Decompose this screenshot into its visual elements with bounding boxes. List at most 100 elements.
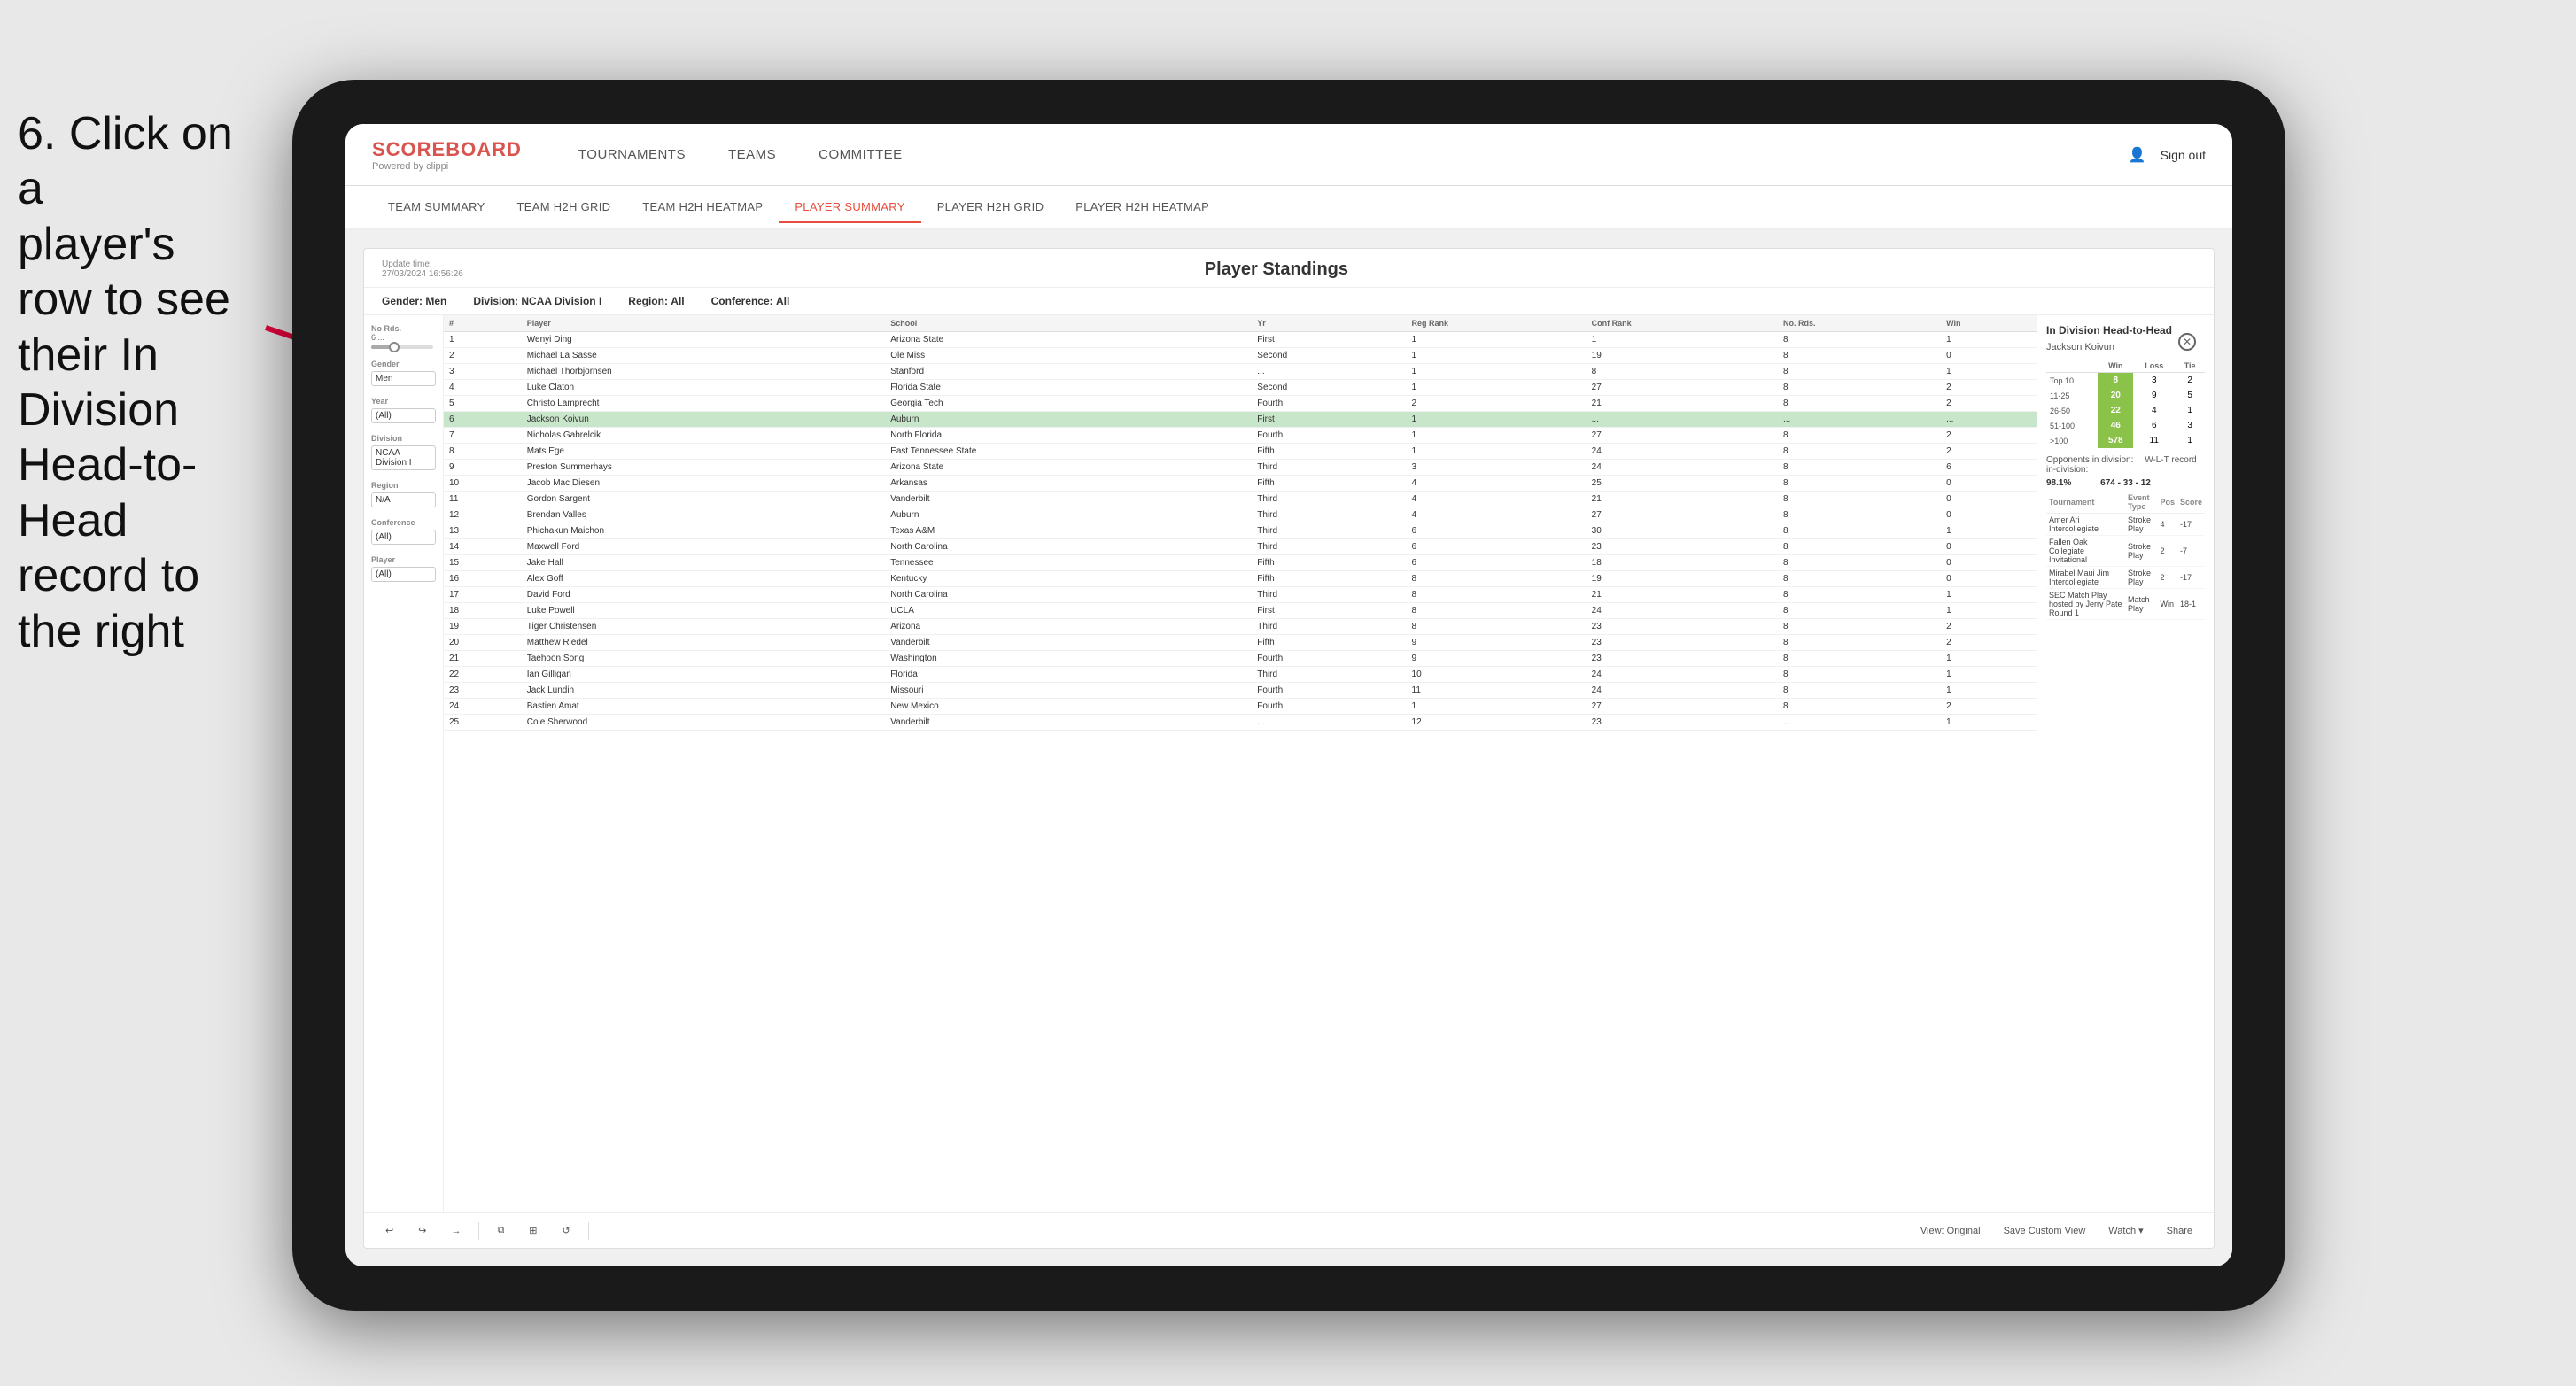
cell-school: Georgia Tech: [885, 396, 1252, 412]
cell-yr: Second: [1252, 348, 1406, 364]
cell-win: 0: [1941, 476, 2037, 492]
table-row[interactable]: 21 Taehoon Song Washington Fourth 9 23 8…: [444, 651, 2037, 667]
t-type: Match Play: [2125, 589, 2157, 620]
table-row[interactable]: 5 Christo Lamprecht Georgia Tech Fourth …: [444, 396, 2037, 412]
year-select[interactable]: (All): [371, 408, 436, 423]
table-row[interactable]: 24 Bastien Amat New Mexico Fourth 1 27 8…: [444, 699, 2037, 715]
table-row[interactable]: 22 Ian Gilligan Florida Third 10 24 8 1: [444, 667, 2037, 683]
cell-rank: 9: [444, 460, 522, 476]
table-row[interactable]: 7 Nicholas Gabrelcik North Florida Fourt…: [444, 428, 2037, 444]
cell-conf: 30: [1587, 523, 1778, 539]
cell-win: 0: [1941, 492, 2037, 507]
cell-yr: Third: [1252, 507, 1406, 523]
gender-select[interactable]: Men: [371, 371, 436, 386]
cell-rank: 2: [444, 348, 522, 364]
table-row[interactable]: 10 Jacob Mac Diesen Arkansas Fifth 4 25 …: [444, 476, 2037, 492]
sidebar-player: Player (All): [371, 555, 436, 582]
division-select[interactable]: NCAA Division I: [371, 445, 436, 470]
nav-tournaments[interactable]: TOURNAMENTS: [557, 140, 707, 169]
instruction-text: 6. Click on a player's row to see their …: [0, 89, 275, 677]
cell-conf: 24: [1587, 460, 1778, 476]
panel-body: No Rds. 6 ... Gender Men Y: [364, 315, 2214, 1212]
cell-win: 2: [1941, 699, 2037, 715]
h2h-loss: 3: [2133, 373, 2175, 389]
table-row[interactable]: 19 Tiger Christensen Arizona Third 8 23 …: [444, 619, 2037, 635]
table-header-row: # Player School Yr Reg Rank Conf Rank No…: [444, 315, 2037, 332]
nav-committee[interactable]: COMMITTEE: [797, 140, 924, 169]
table-row[interactable]: 3 Michael Thorbjornsen Stanford ... 1 8 …: [444, 364, 2037, 380]
cell-reg: 8: [1407, 619, 1587, 635]
h2h-win: 46: [2098, 418, 2133, 433]
t-col-pos: Pos: [2157, 492, 2177, 514]
table-row[interactable]: 25 Cole Sherwood Vanderbilt ... 12 23 ..…: [444, 715, 2037, 731]
table-row[interactable]: 11 Gordon Sargent Vanderbilt Third 4 21 …: [444, 492, 2037, 507]
cell-yr: Third: [1252, 539, 1406, 555]
tab-team-summary[interactable]: TEAM SUMMARY: [372, 193, 501, 223]
forward-button[interactable]: →: [444, 1222, 468, 1240]
table-row[interactable]: 9 Preston Summerhays Arizona State Third…: [444, 460, 2037, 476]
watch-button[interactable]: Watch ▾: [2101, 1221, 2150, 1240]
table-row[interactable]: 12 Brendan Valles Auburn Third 4 27 8 0: [444, 507, 2037, 523]
table-row[interactable]: 16 Alex Goff Kentucky Fifth 8 19 8 0: [444, 571, 2037, 587]
h2h-close-button[interactable]: ✕: [2178, 333, 2196, 351]
h2h-panel: In Division Head-to-Head ✕ Jackson Koivu…: [2037, 315, 2214, 1212]
table-row[interactable]: 15 Jake Hall Tennessee Fifth 6 18 8 0: [444, 555, 2037, 571]
cell-player: Jack Lundin: [522, 683, 885, 699]
tab-team-h2h-heatmap[interactable]: TEAM H2H HEATMAP: [626, 193, 779, 223]
cell-player: Brendan Valles: [522, 507, 885, 523]
h2h-tie: 1: [2175, 403, 2205, 418]
paste-button[interactable]: ⊞: [522, 1221, 544, 1240]
table-row[interactable]: 8 Mats Ege East Tennessee State Fifth 1 …: [444, 444, 2037, 460]
region-select[interactable]: N/A: [371, 492, 436, 507]
redo-button[interactable]: ↪: [411, 1221, 433, 1240]
col-no-rds: No. Rds.: [1778, 315, 1941, 332]
view-original-button[interactable]: View: Original: [1913, 1222, 1988, 1240]
cell-rank: 7: [444, 428, 522, 444]
table-row[interactable]: 4 Luke Claton Florida State Second 1 27 …: [444, 380, 2037, 396]
table-row[interactable]: 6 Jackson Koivun Auburn First 1 ... ... …: [444, 412, 2037, 428]
nav-teams[interactable]: TEAMS: [707, 140, 797, 169]
no-rds-section: No Rds. 6 ...: [371, 324, 436, 349]
player-select[interactable]: (All): [371, 567, 436, 582]
table-row[interactable]: 1 Wenyi Ding Arizona State First 1 1 8 1: [444, 332, 2037, 348]
cell-rank: 1: [444, 332, 522, 348]
cell-yr: First: [1252, 332, 1406, 348]
cell-rds: 8: [1778, 396, 1941, 412]
top-nav: SCOREBOARD Powered by clippi TOURNAMENTS…: [345, 124, 2232, 186]
cell-player: Christo Lamprecht: [522, 396, 885, 412]
cell-rank: 6: [444, 412, 522, 428]
sign-out-button[interactable]: Sign out: [2161, 148, 2206, 162]
cell-school: North Florida: [885, 428, 1252, 444]
cell-player: Taehoon Song: [522, 651, 885, 667]
table-row[interactable]: 14 Maxwell Ford North Carolina Third 6 2…: [444, 539, 2037, 555]
cell-yr: Fourth: [1252, 396, 1406, 412]
undo-button[interactable]: ↩: [378, 1221, 400, 1240]
h2h-col-label: [2046, 360, 2098, 373]
table-row[interactable]: 2 Michael La Sasse Ole Miss Second 1 19 …: [444, 348, 2037, 364]
table-row[interactable]: 18 Luke Powell UCLA First 8 24 8 1: [444, 603, 2037, 619]
cell-player: Cole Sherwood: [522, 715, 885, 731]
cell-rank: 14: [444, 539, 522, 555]
cell-school: Florida: [885, 667, 1252, 683]
cell-rank: 3: [444, 364, 522, 380]
table-row[interactable]: 20 Matthew Riedel Vanderbilt Fifth 9 23 …: [444, 635, 2037, 651]
no-rds-slider[interactable]: [371, 345, 433, 349]
table-row[interactable]: 23 Jack Lundin Missouri Fourth 11 24 8 1: [444, 683, 2037, 699]
tab-player-summary[interactable]: PLAYER SUMMARY: [779, 193, 920, 223]
table-row[interactable]: 17 David Ford North Carolina Third 8 21 …: [444, 587, 2037, 603]
cell-school: North Carolina: [885, 539, 1252, 555]
share-button[interactable]: Share: [2160, 1222, 2200, 1240]
refresh-button[interactable]: ↺: [555, 1221, 578, 1240]
tab-player-h2h-grid[interactable]: PLAYER H2H GRID: [921, 193, 1060, 223]
copy-button[interactable]: ⧉: [490, 1221, 511, 1240]
tab-player-h2h-heatmap[interactable]: PLAYER H2H HEATMAP: [1059, 193, 1225, 223]
cell-school: Auburn: [885, 507, 1252, 523]
table-row[interactable]: 13 Phichakun Maichon Texas A&M Third 6 3…: [444, 523, 2037, 539]
cell-rds: ...: [1778, 412, 1941, 428]
conference-select[interactable]: (All): [371, 530, 436, 545]
tab-team-h2h-grid[interactable]: TEAM H2H GRID: [501, 193, 627, 223]
h2h-rank-label: >100: [2046, 433, 2098, 448]
cell-reg: 6: [1407, 523, 1587, 539]
cell-yr: ...: [1252, 715, 1406, 731]
save-custom-button[interactable]: Save Custom View: [1997, 1222, 2093, 1240]
